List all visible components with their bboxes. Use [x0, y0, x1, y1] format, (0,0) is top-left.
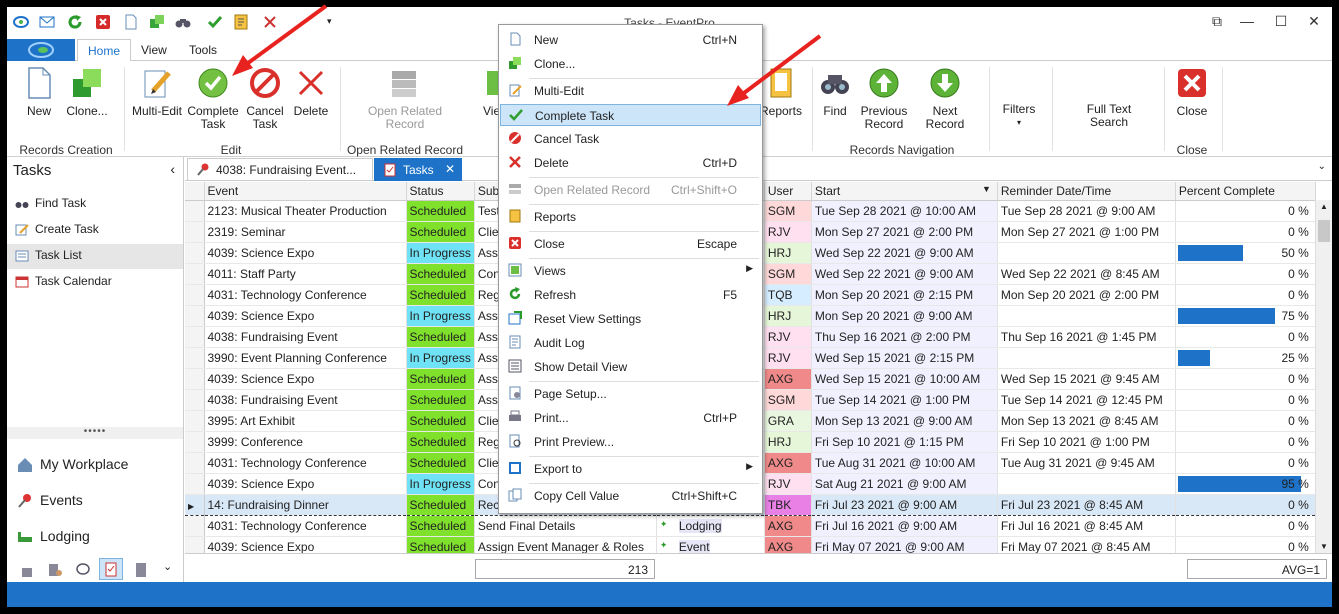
- arrow-to-ribbon-complete-task: [232, 4, 328, 76]
- arrow-to-menu-complete-task: [727, 34, 822, 106]
- annotation-arrows: [232, 4, 822, 106]
